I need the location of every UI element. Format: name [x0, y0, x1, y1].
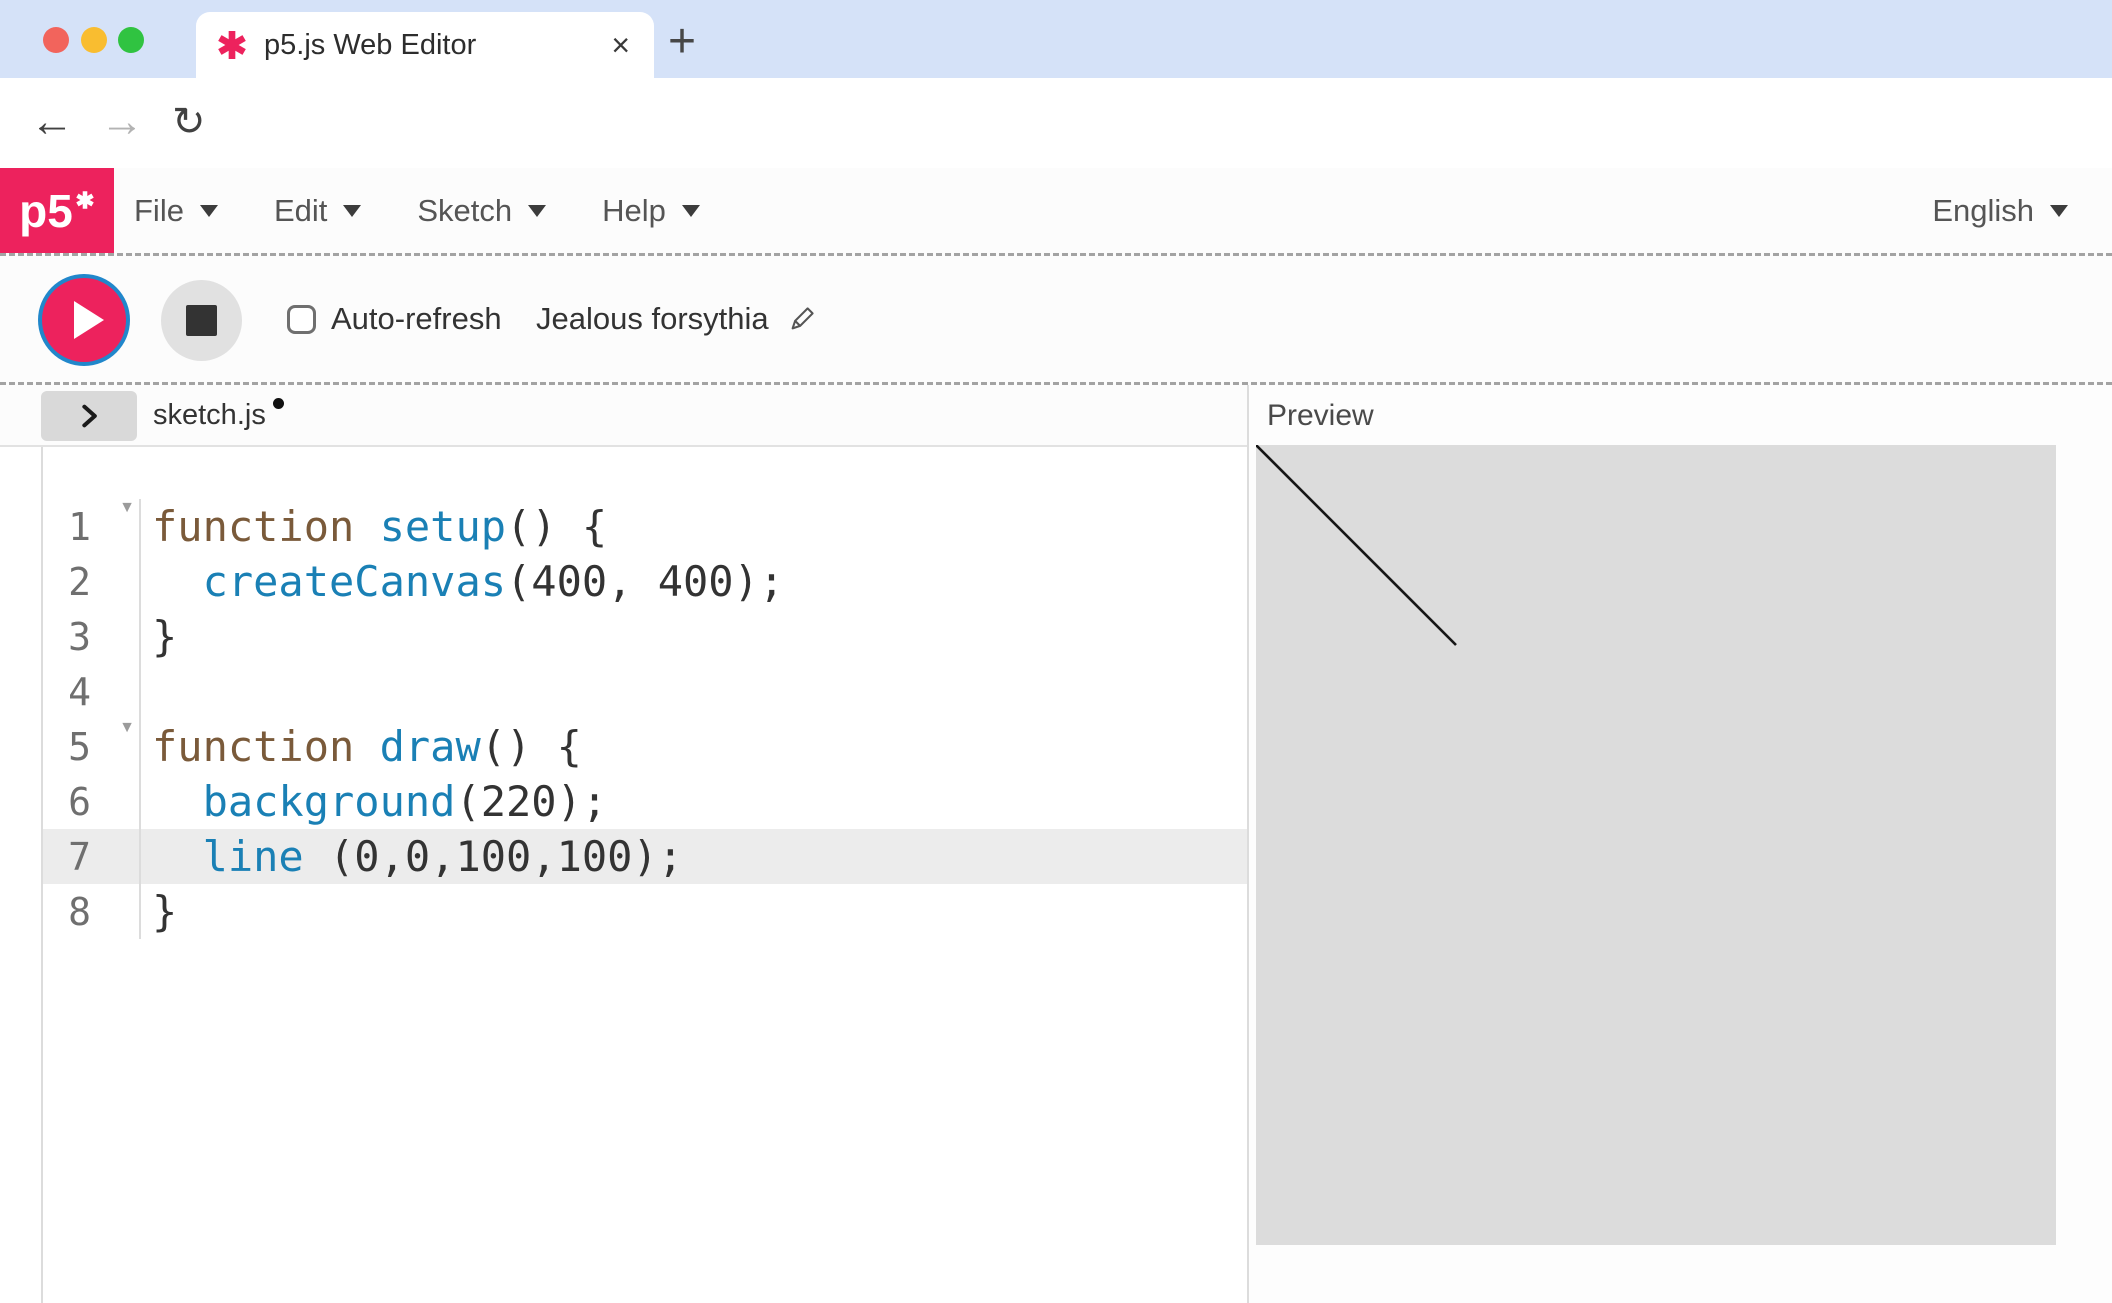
stop-icon: [186, 305, 217, 336]
code-line[interactable]: 2 createCanvas(400, 400);: [43, 554, 1247, 609]
line-number: 7: [68, 835, 139, 879]
code-text[interactable]: function draw() {: [141, 719, 582, 774]
chevron-down-icon: [200, 205, 218, 217]
preview-pane: Preview: [1247, 385, 2112, 1303]
edit-pencil-icon[interactable]: [787, 304, 817, 334]
code-text[interactable]: }: [141, 609, 177, 664]
close-window-button[interactable]: [43, 27, 69, 53]
maximize-window-button[interactable]: [118, 27, 144, 53]
menu-edit[interactable]: Edit: [274, 193, 361, 229]
chevron-down-icon: [343, 205, 361, 217]
gutter-cell: 2: [43, 554, 141, 609]
chevron-down-icon: [528, 205, 546, 217]
run-toolbar: Auto-refresh Jealous forsythia: [0, 256, 2112, 385]
gutter-cell: 4: [43, 664, 141, 719]
reload-icon[interactable]: ↻: [172, 78, 206, 168]
gutter-cell: 1▼: [43, 499, 141, 554]
code-line[interactable]: 4: [43, 664, 1247, 719]
line-number: 8: [68, 890, 139, 934]
p5js-web-editor-window: p5.js Web Editor × + ← → ↻ editor.p5js.o…: [0, 0, 2112, 1303]
p5-asterisk-favicon-icon: [216, 29, 248, 61]
line-number: 4: [68, 670, 139, 714]
gutter-cell: 8: [43, 884, 141, 939]
preview-label: Preview: [1267, 399, 1374, 433]
forward-icon[interactable]: →: [100, 78, 144, 168]
unsaved-dot: [273, 398, 284, 409]
browser-toolbar: ← → ↻ editor.p5js.org ☆ Tp: [0, 78, 2112, 169]
chevron-down-icon: [682, 205, 700, 217]
gutter-cell: 5▼: [43, 719, 141, 774]
editor-header: p5 File Edit Sketch: [0, 168, 2112, 256]
line-number: 3: [68, 615, 139, 659]
code-text[interactable]: createCanvas(400, 400);: [141, 554, 784, 609]
line-number: 6: [68, 780, 139, 824]
code-line[interactable]: 8}: [43, 884, 1247, 939]
browser-tab-strip: p5.js Web Editor × +: [0, 0, 2112, 78]
sketch-name-control: Jealous forsythia: [536, 256, 817, 382]
code-text[interactable]: }: [141, 884, 177, 939]
code-line[interactable]: 5▼function draw() {: [43, 719, 1247, 774]
code-text[interactable]: [141, 664, 152, 719]
canvas-drawing: [1256, 445, 2056, 1245]
stop-button[interactable]: [161, 280, 242, 361]
code-line[interactable]: 1▼function setup() {: [43, 499, 1247, 554]
language-picker[interactable]: English: [1932, 168, 2068, 253]
code-editor[interactable]: 1▼function setup() {2 createCanvas(400, …: [41, 447, 1247, 1303]
menu-file[interactable]: File: [134, 193, 218, 229]
tab-title: p5.js Web Editor: [264, 29, 476, 62]
code-line[interactable]: 3}: [43, 609, 1247, 664]
code-text[interactable]: background(220);: [141, 774, 607, 829]
fold-arrow-icon[interactable]: ▼: [119, 499, 135, 517]
editor-menubar: File Edit Sketch Help: [134, 168, 700, 253]
auto-refresh-checkbox[interactable]: [287, 305, 316, 334]
sketch-name[interactable]: Jealous forsythia: [536, 301, 769, 337]
play-button[interactable]: [42, 278, 126, 362]
code-text[interactable]: function setup() {: [141, 499, 607, 554]
menu-sketch[interactable]: Sketch: [417, 193, 546, 229]
collapse-sidebar-button[interactable]: [41, 391, 137, 441]
chevron-down-icon: [2050, 205, 2068, 217]
fold-arrow-icon[interactable]: ▼: [119, 719, 135, 737]
code-rows: 1▼function setup() {2 createCanvas(400, …: [43, 499, 1247, 939]
diagonal-line: [1256, 445, 1456, 645]
p5-logo-asterisk-icon: [75, 190, 95, 210]
gutter-cell: 7: [43, 829, 141, 884]
auto-refresh-control: Auto-refresh: [287, 256, 502, 382]
code-text[interactable]: line (0,0,100,100);: [141, 829, 683, 884]
menu-help[interactable]: Help: [602, 193, 700, 229]
sketch-canvas: [1256, 445, 2056, 1245]
auto-refresh-label: Auto-refresh: [331, 301, 502, 337]
line-number: 2: [68, 560, 139, 604]
back-icon[interactable]: ←: [30, 78, 74, 168]
chevron-right-icon: [75, 402, 103, 430]
close-tab-icon[interactable]: ×: [611, 29, 630, 61]
code-line[interactable]: 6 background(220);: [43, 774, 1247, 829]
file-tab-sketch-js[interactable]: sketch.js: [153, 385, 284, 445]
p5-logo-text: p5: [19, 184, 73, 238]
gutter-cell: 6: [43, 774, 141, 829]
minimize-window-button[interactable]: [81, 27, 107, 53]
browser-tab[interactable]: p5.js Web Editor ×: [196, 12, 654, 78]
new-tab-button[interactable]: +: [668, 14, 696, 69]
code-line[interactable]: 7 line (0,0,100,100);: [43, 829, 1247, 884]
gutter-cell: 3: [43, 609, 141, 664]
play-icon: [74, 301, 104, 339]
file-header: sketch.js: [0, 385, 1247, 447]
p5-logo[interactable]: p5: [0, 168, 114, 253]
